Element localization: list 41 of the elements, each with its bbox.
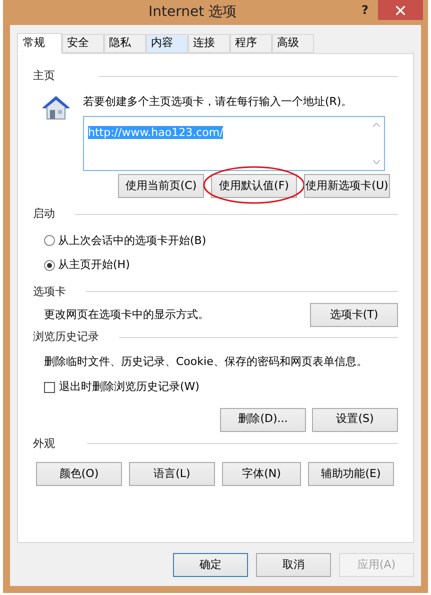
history-description: 删除临时文件、历史记录、Cookie、保存的密码和网页表单信息。 [44,354,368,370]
checkbox-label: 退出时删除浏览历史记录(W) [59,379,200,395]
home-page-button[interactable]: 使用默认值(F) [211,174,297,198]
close-button[interactable] [378,0,423,20]
tab[interactable]: 安全 [62,34,104,53]
tab[interactable]: 隐私 [104,34,146,53]
house-icon [41,94,71,120]
home-description: 若要创建多个主页选项卡，请在每行输入一个地址(R)。 [83,94,354,110]
tab[interactable]: 程序 [230,34,272,53]
dialog-button[interactable]: 取消 [256,553,331,577]
tab[interactable]: 高级 [272,34,314,53]
history-button[interactable]: 设置(S) [312,408,398,432]
home-page-button[interactable]: 使用当前页(C) [118,174,204,198]
tab[interactable]: 内容 [146,34,188,53]
appearance-button[interactable]: 字体(N) [222,462,301,486]
close-icon [396,6,405,14]
section-heading: 选项卡 [33,284,66,300]
radio-label: 从上次会话中的选项卡开始(B) [58,232,206,248]
radio-button[interactable] [44,260,55,271]
radio-button[interactable] [44,235,55,246]
section-heading: 浏览历史记录 [33,329,99,345]
checkbox[interactable] [44,382,55,393]
window-title: Internet 选项 [147,3,238,22]
history-button[interactable]: 删除(D)... [220,408,306,432]
appearance-button[interactable]: 辅助功能(E) [308,462,394,486]
radio-label: 从主页开始(H) [58,257,130,273]
section-heading: 启动 [33,206,55,222]
address-text: http://www.hao123.com/ [88,126,224,139]
tabs-description: 更改网页在选项卡中的显示方式。 [44,306,209,323]
tab[interactable]: 连接 [188,34,230,53]
tab[interactable]: 常规 [17,33,62,54]
tabs-settings-button[interactable]: 选项卡(T) [310,303,398,327]
dialog-button[interactable]: 确定 [173,553,248,577]
appearance-button[interactable]: 语言(L) [129,462,215,486]
scroll-up-icon [373,123,380,127]
appearance-button[interactable]: 颜色(O) [36,462,122,486]
scroll-down-icon [373,160,380,164]
section-heading: 外观 [33,436,55,452]
help-button[interactable]: ? [352,0,378,20]
home-page-button[interactable]: 使用新选项卡(U) [304,174,390,198]
section-heading: 主页 [33,68,55,84]
